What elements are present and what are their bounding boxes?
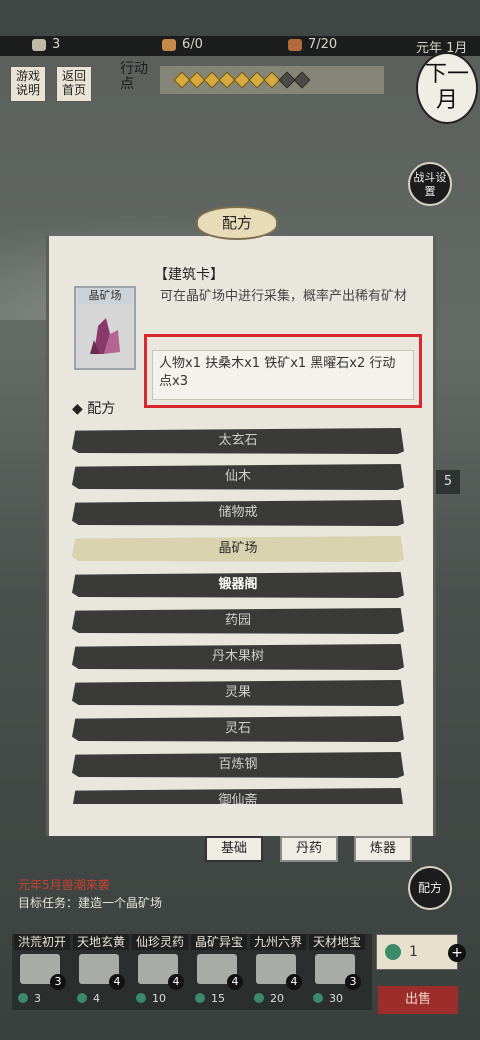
coin-icon xyxy=(385,944,401,960)
sell-button[interactable]: 出售 xyxy=(378,986,458,1014)
tab-refining-label: 炼器 xyxy=(369,841,396,856)
person-icon xyxy=(32,38,46,51)
event-notice: 元年5月兽潮来袭 xyxy=(18,878,110,892)
pack-cost-value: 30 xyxy=(329,992,343,1005)
tab-basic-label: 基础 xyxy=(220,841,247,856)
recipe-row[interactable]: 储物戒 xyxy=(72,500,404,526)
back-home-label: 返回首页 xyxy=(61,69,86,97)
sell-quantity-value: 1 xyxy=(409,944,418,960)
card-pack-slot[interactable]: 仙珍灵药 4 10 xyxy=(132,934,188,1010)
pack-name: 仙珍灵药 xyxy=(132,934,188,950)
pack-name: 天材地宝 xyxy=(309,934,365,950)
card-description: 可在晶矿场中进行采集，概率产出稀有矿材 xyxy=(160,289,408,304)
recipe-row[interactable]: 晶矿场 xyxy=(72,536,404,562)
partial-card-count: 5 xyxy=(436,470,460,494)
pack-count-badge: 3 xyxy=(345,974,361,990)
recipe-row[interactable]: 太玄石 xyxy=(72,428,404,454)
pack-cost-value: 20 xyxy=(270,992,284,1005)
battle-settings-label: 战斗设置 xyxy=(413,171,447,198)
card-pack-slot[interactable]: 洪荒初开 3 3 xyxy=(14,934,70,1010)
recipe-row[interactable]: 御仙斋 xyxy=(72,788,404,804)
meat-icon xyxy=(162,38,176,51)
card-icon xyxy=(288,38,302,51)
recipe-row[interactable]: 灵果 xyxy=(72,680,404,706)
card-pack-slot[interactable]: 晶矿异宝 4 15 xyxy=(191,934,247,1010)
pack-cost: 10 xyxy=(132,992,188,1008)
dialog-title: 配方 xyxy=(196,206,278,240)
status-bar: 3 6/0 7/20 元年 1月 xyxy=(0,36,480,56)
action-points-label: 行动点 xyxy=(120,61,148,92)
card-pack-slot[interactable]: 天地玄黄 4 4 xyxy=(73,934,129,1010)
dialog-title-text: 配方 xyxy=(221,214,252,232)
pack-cost-value: 4 xyxy=(93,992,100,1005)
game-help-label: 游戏说明 xyxy=(15,69,40,97)
action-points-diamonds xyxy=(173,71,311,89)
pack-name: 晶矿异宝 xyxy=(191,934,247,950)
card-thumbnail-label: 晶矿场 xyxy=(78,288,132,304)
card-type-title: 【建筑卡】 xyxy=(154,267,224,283)
pack-cost: 4 xyxy=(73,992,129,1008)
recipe-button-label: 配方 xyxy=(417,881,442,895)
pack-name: 九州六界 xyxy=(250,934,306,950)
pack-count-badge: 3 xyxy=(50,974,66,990)
recipe-list: 太玄石仙木储物戒晶矿场锻器阁药园丹木果树灵果灵石百炼钢御仙斋 xyxy=(72,428,404,804)
pack-cost: 15 xyxy=(191,992,247,1008)
goal-text: 目标任务：建造一个晶矿场 xyxy=(18,896,163,910)
recipe-row[interactable]: 仙木 xyxy=(72,464,404,490)
pack-cost: 30 xyxy=(309,992,365,1008)
pack-cost: 3 xyxy=(14,992,70,1008)
card-pack-slot[interactable]: 天材地宝 3 30 xyxy=(309,934,365,1010)
recipe-row[interactable]: 百炼钢 xyxy=(72,752,404,778)
pack-count-badge: 4 xyxy=(227,974,243,990)
food-value: 6/0 xyxy=(182,37,203,52)
cost-highlight-frame xyxy=(144,334,422,408)
recipe-button[interactable]: 配方 xyxy=(408,866,452,910)
card-pack-slot[interactable]: 九州六界 4 20 xyxy=(250,934,306,1010)
tab-refining[interactable]: 炼器 xyxy=(354,836,412,862)
recipe-row[interactable]: 丹木果树 xyxy=(72,644,404,670)
pack-cost-value: 10 xyxy=(152,992,166,1005)
coin-icon xyxy=(18,993,28,1003)
coin-icon xyxy=(77,993,87,1003)
sell-quantity[interactable]: 1 xyxy=(376,934,458,970)
pack-count-badge: 4 xyxy=(109,974,125,990)
sell-button-label: 出售 xyxy=(404,992,431,1007)
plus-icon[interactable]: + xyxy=(448,944,466,962)
battle-settings-button[interactable]: 战斗设置 xyxy=(408,162,452,206)
recipe-row[interactable]: 灵石 xyxy=(72,716,404,742)
cards-value: 7/20 xyxy=(308,37,338,52)
coin-icon xyxy=(195,993,205,1003)
tab-pills[interactable]: 丹药 xyxy=(280,836,338,862)
pack-count-badge: 4 xyxy=(286,974,302,990)
crystal-ore-icon xyxy=(90,318,120,354)
population-stat: 3 xyxy=(32,37,60,52)
population-value: 3 xyxy=(52,37,61,52)
pack-cost-value: 15 xyxy=(211,992,225,1005)
recipe-row[interactable]: 锻器阁 xyxy=(72,572,404,598)
action-point-diamond-icon xyxy=(293,71,311,89)
next-month-label: 下一月 xyxy=(424,62,469,113)
game-help-button[interactable]: 游戏说明 xyxy=(10,66,46,102)
back-home-button[interactable]: 返回首页 xyxy=(56,66,92,102)
recipe-section-title: ◆ 配方 xyxy=(72,401,116,417)
sell-panel: 1 + 出售 xyxy=(376,930,466,1026)
pack-name: 天地玄黄 xyxy=(73,934,129,950)
food-stat: 6/0 xyxy=(162,37,203,52)
next-month-button[interactable]: 下一月 xyxy=(416,52,478,124)
coin-icon xyxy=(313,993,323,1003)
pack-cost: 20 xyxy=(250,992,306,1008)
cards-stat: 7/20 xyxy=(288,37,337,52)
tab-pills-label: 丹药 xyxy=(295,841,322,856)
pack-count-badge: 4 xyxy=(168,974,184,990)
pack-name: 洪荒初开 xyxy=(14,934,70,950)
pack-cost-value: 3 xyxy=(34,992,41,1005)
coin-icon xyxy=(254,993,264,1003)
coin-icon xyxy=(136,993,146,1003)
tab-basic[interactable]: 基础 xyxy=(205,836,263,862)
recipe-row[interactable]: 药园 xyxy=(72,608,404,634)
